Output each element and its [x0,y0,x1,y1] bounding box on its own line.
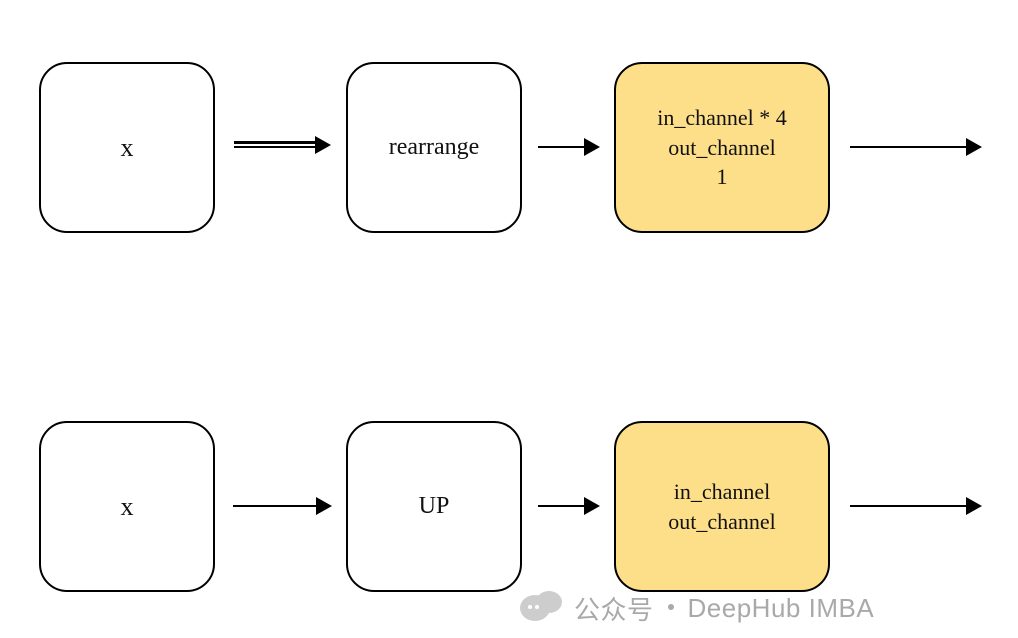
node-block-row1-line1: in_channel * 4 [657,103,787,133]
node-block-row2: in_channel out_channel [614,421,830,592]
watermark-brand: DeepHub IMBA [688,593,875,624]
node-input-row1-label: x [121,130,134,165]
node-op-row1-label: rearrange [389,131,480,163]
node-input-row2: x [39,421,215,592]
diagram-canvas: x rearrange in_channel * 4 out_channel 1… [0,0,1018,638]
node-op-row2: UP [346,421,522,592]
watermark-label: 公众号 [574,590,654,627]
node-op-row1: rearrange [346,62,522,233]
node-block-row1: in_channel * 4 out_channel 1 [614,62,830,233]
node-block-row1-line3: 1 [717,162,728,192]
node-input-row2-label: x [121,489,134,524]
node-block-row1-line2: out_channel [668,133,776,163]
wechat-icon [520,591,564,627]
watermark: 公众号 DeepHub IMBA [520,590,874,627]
node-block-row2-line1: in_channel [674,477,771,507]
node-block-row2-line2: out_channel [668,507,776,537]
node-input-row1: x [39,62,215,233]
separator-dot-icon [668,604,674,610]
node-op-row2-label: UP [419,490,450,522]
